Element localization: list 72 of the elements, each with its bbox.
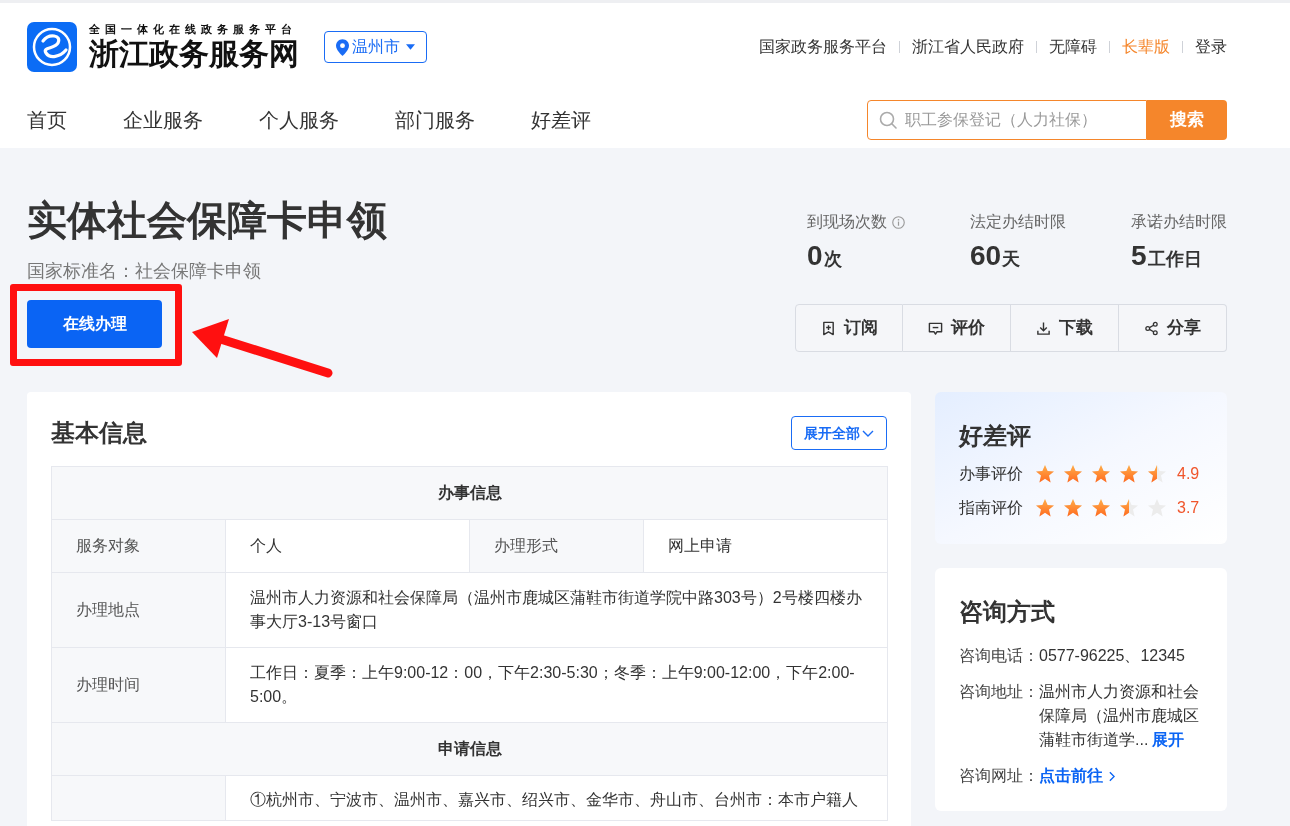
value-cell: 工作日：夏季：上午9:00-12：00，下午2:30-5:30；冬季：上午9:00-12:00，下午2:00-5:00。 (225, 647, 888, 723)
online-apply-button[interactable]: 在线办理 (27, 300, 162, 348)
standard-name: 国家标准名：社会保障卡申领 (27, 260, 262, 283)
star-icon (1035, 464, 1055, 484)
star-icon (1091, 464, 1111, 484)
share-button[interactable]: 分享 (1119, 304, 1227, 352)
nav-link[interactable]: 好差评 (531, 106, 591, 134)
value-cell: 网上申请 (643, 519, 888, 573)
label-cell: 办理时间 (51, 647, 226, 723)
service-title: 实体社会保障卡申领 (27, 197, 387, 244)
contact-title: 咨询方式 (959, 597, 1056, 627)
label-cell: 办理地点 (51, 572, 226, 648)
star-icon (1063, 464, 1083, 484)
visit-link[interactable]: 点击前往 (1039, 764, 1115, 788)
nav-link[interactable]: 首页 (27, 106, 67, 134)
share-icon (1144, 320, 1159, 336)
value-cell: ①杭州市、宁波市、温州市、嘉兴市、绍兴市、金华市、舟山市、台州市：本市户籍人 (225, 775, 888, 821)
download-icon (1036, 320, 1051, 336)
search-icon (879, 111, 897, 129)
rating-label: 指南评价 (959, 498, 1023, 518)
info-icon[interactable] (892, 215, 905, 229)
star-icon (1119, 498, 1139, 518)
star-icon (1147, 464, 1167, 484)
comment-icon (928, 320, 943, 336)
label-cell: 办理形式 (469, 519, 644, 573)
stat-label: 承诺办结时限 (1131, 212, 1227, 232)
stat-label: 到现场次数 (807, 212, 887, 232)
chevron-down-icon (862, 429, 874, 437)
nav-link[interactable]: 个人服务 (259, 106, 339, 134)
top-link[interactable]: 无障碍 (1049, 35, 1097, 59)
city-selector[interactable]: 温州市 (324, 31, 427, 63)
star-icon (1091, 498, 1111, 518)
search-field[interactable]: 职工参保登记（人力社保） (867, 100, 1147, 140)
star-icon (1119, 464, 1139, 484)
section-heading: 申请信息 (51, 722, 888, 776)
rating-title: 好差评 (959, 421, 1032, 451)
stat-value: 5工作日 (1131, 239, 1203, 273)
top-link[interactable]: 登录 (1195, 35, 1227, 59)
expand-all-button[interactable]: 展开全部 (791, 416, 887, 450)
contact-label: 咨询电话： (959, 646, 1039, 666)
stat-label: 法定办结时限 (970, 212, 1066, 232)
value-cell: 温州市人力资源和社会保障局（温州市鹿城区蒲鞋市街道学院中路303号）2号楼四楼办事大厅3-13号窗口 (225, 572, 888, 648)
location-pin-icon (336, 38, 349, 56)
stat-value: 0次 (807, 239, 843, 273)
chevron-right-icon (1109, 770, 1115, 782)
logo-title: 浙江政务服务网 (89, 36, 299, 72)
download-button[interactable]: 下载 (1011, 304, 1119, 352)
contact-label: 咨询地址： (959, 682, 1039, 702)
logo-icon[interactable] (27, 22, 77, 72)
contact-value: 温州市人力资源和社会保障局（温州市鹿城区蒲鞋市街道学... 展开 (1039, 682, 1200, 750)
logo-tagline: 全国一体化在线政务服务平台 (89, 23, 298, 36)
rating-score: 4.9 (1177, 464, 1200, 484)
contact-label: 咨询网址： (959, 766, 1039, 786)
bookmark-plus-icon (820, 320, 836, 336)
nav-link[interactable]: 企业服务 (123, 106, 203, 134)
contact-value: 0577-96225、12345 (1039, 646, 1186, 666)
section-heading: 办事信息 (51, 466, 888, 520)
star-icon (1035, 498, 1055, 518)
rating-label: 办事评价 (959, 464, 1023, 484)
expand-link[interactable]: 展开 (1152, 731, 1185, 748)
top-link[interactable]: 国家政务服务平台 (759, 35, 887, 59)
top-link[interactable]: 浙江省人民政府 (912, 35, 1024, 59)
review-button[interactable]: 评价 (903, 304, 1011, 352)
nav-link[interactable]: 部门服务 (395, 106, 475, 134)
section-title: 基本信息 (51, 418, 147, 448)
stat-value: 60天 (970, 239, 1022, 273)
value-cell: 个人 (225, 519, 470, 573)
star-icon (1063, 498, 1083, 518)
rating-score: 3.7 (1177, 498, 1200, 518)
label-cell: 服务对象 (51, 519, 226, 573)
caret-down-icon (406, 44, 415, 50)
subscribe-button[interactable]: 订阅 (795, 304, 903, 352)
